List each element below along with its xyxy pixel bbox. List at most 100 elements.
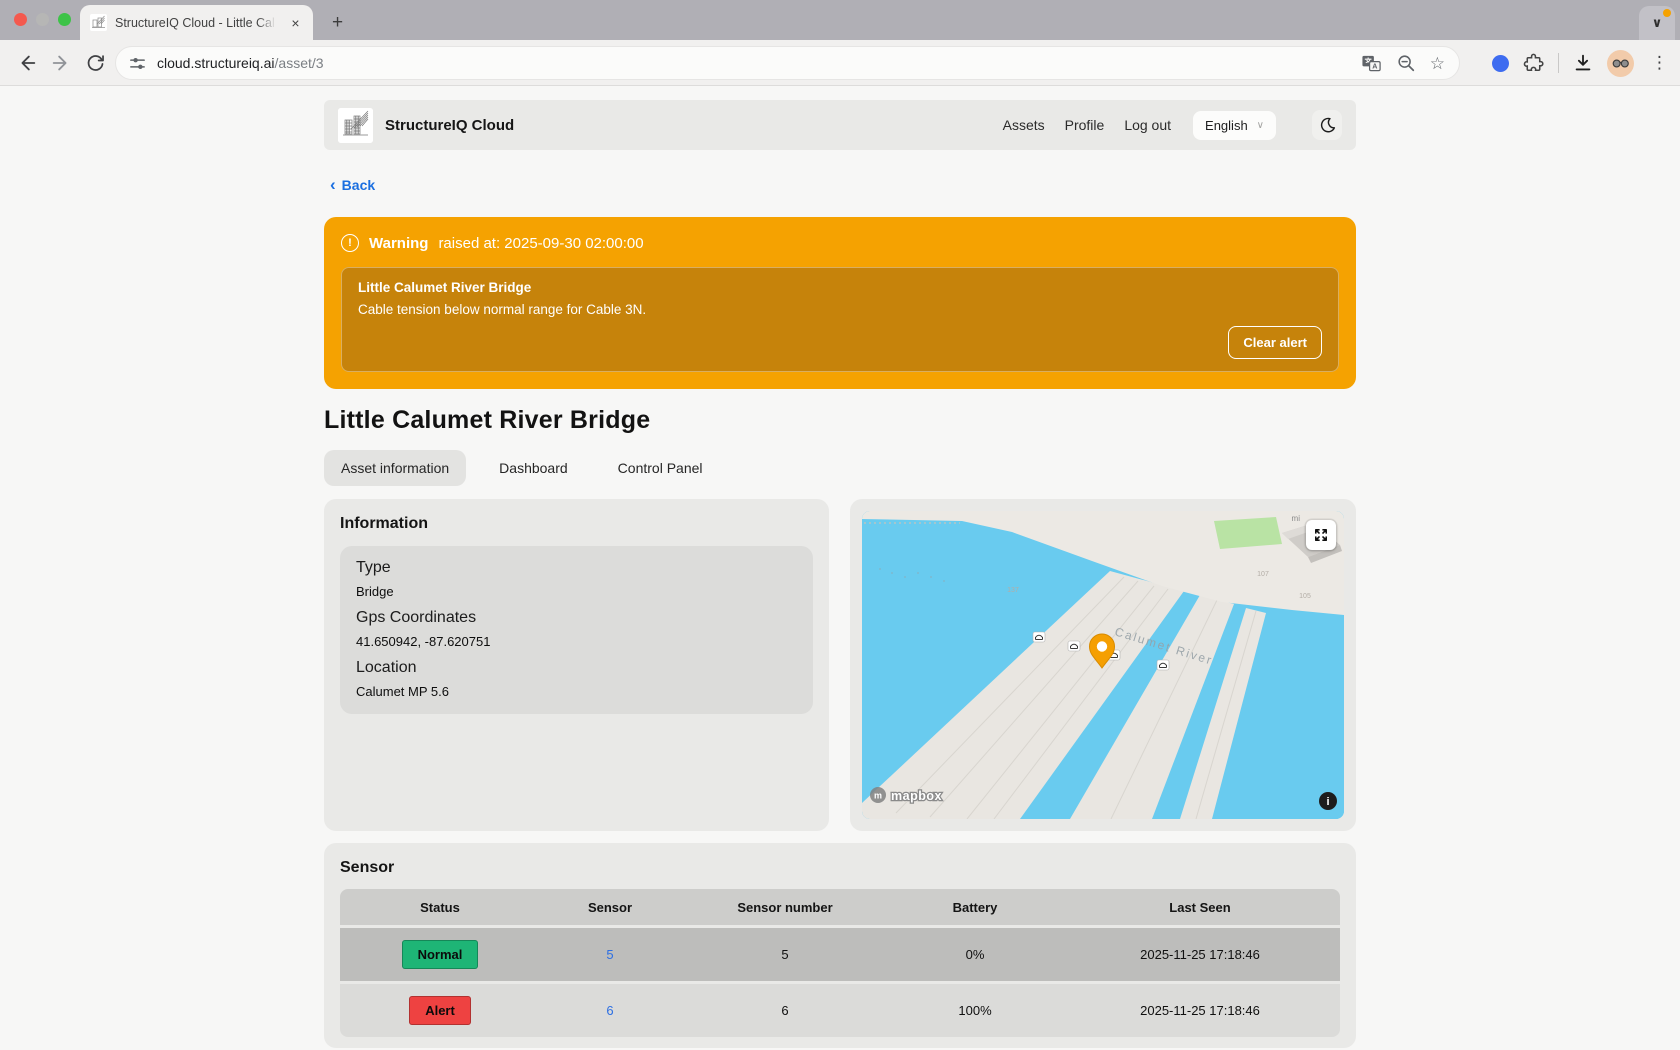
map-fullscreen-button[interactable] xyxy=(1306,520,1336,550)
information-title: Information xyxy=(340,515,428,532)
last-seen-value: 2025-11-25 17:18:46 xyxy=(1140,1003,1260,1018)
map-card: 137 107 105 Calumet River m mapbox i mi xyxy=(850,499,1356,831)
battery-value: 0% xyxy=(965,947,985,962)
col-sensor: Sensor xyxy=(587,899,633,915)
svg-text:A: A xyxy=(1372,63,1377,71)
col-status: Status xyxy=(420,899,460,915)
language-selected-value: English xyxy=(1205,117,1248,133)
map-image: 137 107 105 Calumet River m mapbox i xyxy=(862,511,1344,819)
window-zoom-button[interactable] xyxy=(58,13,71,26)
sensor-link[interactable]: 5 xyxy=(606,947,613,962)
warning-title: Warning xyxy=(369,234,429,252)
field-value-location: Calumet MP 5.6 xyxy=(356,684,449,699)
col-last-seen: Last Seen xyxy=(1169,899,1231,915)
app-nav: Assets Profile Log out English ∨ xyxy=(1003,110,1342,140)
information-panel: Type Bridge Gps Coordinates 41.650942, -… xyxy=(340,546,813,714)
back-link[interactable]: ‹ Back xyxy=(330,176,400,194)
mapbox-logo: m mapbox xyxy=(870,787,943,804)
field-label-type: Type xyxy=(356,559,391,576)
page-background: StructureIQ Cloud Assets Profile Log out… xyxy=(0,86,1680,1049)
map-road-label-105: 105 xyxy=(1299,593,1311,600)
warning-banner: ! Warning raised at: 2025-09-30 02:00:00… xyxy=(324,217,1356,389)
glasses-icon xyxy=(1612,58,1629,68)
tab-search-button[interactable]: ∨ xyxy=(1639,6,1675,40)
table-row: Normal 5 5 0% 2025-11-25 17:18:46 xyxy=(340,928,1340,981)
forward-button[interactable] xyxy=(44,46,78,80)
sensor-card: Sensor Status Sensor Sensor number Batte… xyxy=(324,843,1356,1048)
nav-logout-link[interactable]: Log out xyxy=(1124,117,1171,133)
tab-control-panel[interactable]: Control Panel xyxy=(601,450,720,486)
sensor-number-value: 5 xyxy=(781,947,789,962)
map-road-label-137: 137 xyxy=(1007,587,1019,594)
col-battery: Battery xyxy=(952,899,998,915)
dark-mode-toggle[interactable] xyxy=(1312,110,1342,140)
field-value-type: Bridge xyxy=(356,584,394,599)
warning-raised-at: raised at: 2025-09-30 02:00:00 xyxy=(438,234,644,252)
language-select[interactable]: English ∨ xyxy=(1193,110,1276,140)
url-text: cloud.structureiq.ai/asset/3 xyxy=(157,55,1361,71)
status-badge: Normal xyxy=(401,939,479,969)
sensor-number-value: 6 xyxy=(781,1003,789,1018)
field-label-location: Location xyxy=(356,659,417,676)
nav-assets-link[interactable]: Assets xyxy=(1003,117,1045,133)
url-path: /asset/3 xyxy=(274,55,324,71)
forward-arrow-icon xyxy=(52,55,67,71)
sensor-link[interactable]: 6 xyxy=(606,1003,613,1018)
svg-text:m: m xyxy=(874,791,882,801)
extensions-puzzle-icon[interactable] xyxy=(1522,52,1545,75)
map-park xyxy=(1214,517,1282,549)
browser-toolbar: cloud.structureiq.ai/asset/3 A ☆ ⋮ xyxy=(0,40,1680,86)
tab-asset-information[interactable]: Asset information xyxy=(324,450,467,486)
last-seen-value: 2025-11-25 17:18:46 xyxy=(1140,947,1260,962)
tab-dashboard[interactable]: Dashboard xyxy=(482,450,585,486)
tab-title: StructureIQ Cloud - Little Cal xyxy=(115,15,275,30)
url-host: cloud.structureiq.ai xyxy=(157,55,275,71)
window-close-button[interactable] xyxy=(14,13,27,26)
browser-menu-icon[interactable]: ⋮ xyxy=(1647,53,1672,73)
reload-icon xyxy=(87,54,104,71)
moon-icon xyxy=(1320,117,1335,132)
back-button[interactable] xyxy=(10,46,44,80)
map-road-label-107: 107 xyxy=(1257,571,1269,578)
map-info-button: i xyxy=(1319,792,1337,810)
chevron-down-icon: ∨ xyxy=(1651,15,1663,30)
zoom-out-icon[interactable] xyxy=(1396,53,1416,73)
new-tab-button[interactable]: + xyxy=(324,9,351,36)
status-badge: Alert xyxy=(409,995,471,1025)
app-header: StructureIQ Cloud Assets Profile Log out… xyxy=(324,100,1356,150)
alert-message: Cable tension below normal range for Cab… xyxy=(358,302,647,317)
alert-card: Little Calumet River Bridge Cable tensio… xyxy=(341,267,1339,372)
clear-alert-button[interactable]: Clear alert xyxy=(1228,326,1322,359)
reload-button[interactable] xyxy=(78,46,112,80)
window-controls xyxy=(14,13,71,26)
tab-close-icon[interactable]: × xyxy=(286,13,305,32)
chevron-down-icon: ∨ xyxy=(1256,119,1264,131)
field-label-gps: Gps Coordinates xyxy=(356,609,477,626)
brand-title: StructureIQ Cloud xyxy=(385,116,515,134)
address-bar[interactable]: cloud.structureiq.ai/asset/3 A ☆ xyxy=(115,46,1460,80)
expand-icon xyxy=(1315,529,1327,541)
nav-profile-link[interactable]: Profile xyxy=(1065,117,1105,133)
sensor-table-header: Status Sensor Sensor number Battery Last… xyxy=(340,889,1340,925)
profile-avatar[interactable] xyxy=(1607,49,1634,77)
back-link-label: Back xyxy=(341,177,376,193)
table-row: Alert 6 6 100% 2025-11-25 17:18:46 xyxy=(340,984,1340,1037)
site-controls-icon xyxy=(130,57,145,69)
brand-logo xyxy=(338,107,373,143)
bookmark-star-icon[interactable]: ☆ xyxy=(1430,55,1445,72)
downloads-icon[interactable] xyxy=(1572,52,1594,74)
window-minimize-button[interactable] xyxy=(36,13,49,26)
map-canvas[interactable]: 137 107 105 Calumet River m mapbox i mi xyxy=(862,511,1344,819)
mapbox-attribution: mapbox xyxy=(891,789,942,803)
translate-icon[interactable]: A xyxy=(1361,53,1382,73)
extension-dot-icon[interactable] xyxy=(1492,55,1509,72)
field-value-gps: 41.650942, -87.620751 xyxy=(356,634,491,649)
map-scale-label: mi xyxy=(1291,514,1300,523)
col-sensor-number: Sensor number xyxy=(737,899,833,915)
warning-circle-icon: ! xyxy=(341,234,359,252)
site-favicon-icon xyxy=(90,14,107,31)
page-title: Little Calumet River Bridge xyxy=(324,406,651,434)
browser-tab[interactable]: StructureIQ Cloud - Little Cal × xyxy=(80,5,313,40)
info-icon: i xyxy=(1326,796,1329,808)
sensor-title: Sensor xyxy=(340,859,395,876)
